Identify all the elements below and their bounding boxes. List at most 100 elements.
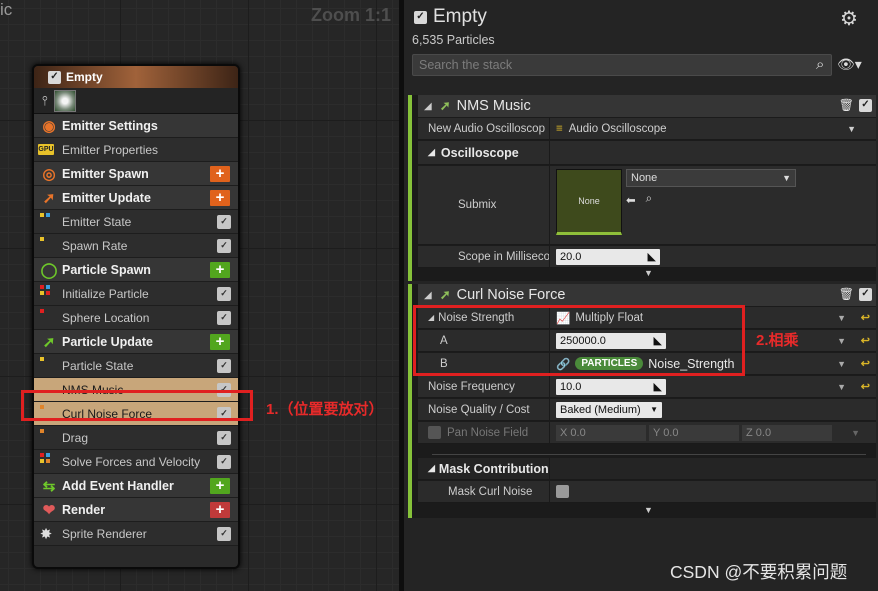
add-module-button[interactable]: + <box>210 165 230 182</box>
param-row-pan: Pan Noise Field X 0.0 Y 0.0 Z 0.0 ▼ <box>418 422 876 444</box>
group-row-oscilloscope: ◢ Oscilloscope <box>418 141 876 165</box>
add-module-button[interactable]: + <box>210 501 230 518</box>
pin-icon[interactable]: ⫯ <box>42 93 48 109</box>
stack-row-solve-forces-and-velocity[interactable]: Solve Forces and Velocity ✓ <box>34 450 238 474</box>
module-enabled-checkbox[interactable]: ✓ <box>217 526 231 541</box>
panel-enabled-checkbox[interactable]: ✓ <box>414 10 427 24</box>
stack-row-label: Drag <box>62 430 89 445</box>
emitter-node-header[interactable]: ✓ Empty <box>34 66 238 88</box>
chevron-down-icon[interactable]: ▼ <box>851 428 860 438</box>
stack-row-label: Initialize Particle <box>62 286 149 301</box>
stack-row-emitter-properties[interactable]: GPU Emitter Properties <box>34 138 238 162</box>
collapse-arrow-icon[interactable]: ◢ <box>424 101 432 112</box>
reset-icon[interactable]: ↩ <box>861 334 870 347</box>
stack-row-label: Spawn Rate <box>62 238 128 253</box>
browse-search-icon[interactable]: ⌕ <box>646 193 652 207</box>
node-graph-canvas[interactable]: ic Zoom 1:1 ✓ Empty ⫯ ◉ Emitter Settings G… <box>0 0 399 591</box>
divider <box>432 454 866 455</box>
param-label: Submix <box>418 166 550 244</box>
collapse-arrow-icon[interactable]: ◢ <box>428 463 435 474</box>
module-enabled-checkbox[interactable]: ✓ <box>217 238 231 253</box>
module-enabled-checkbox[interactable]: ✓ <box>859 98 872 112</box>
stack-row-sphere-location[interactable]: Sphere Location ✓ <box>34 306 238 330</box>
stack-row-drag[interactable]: Drag ✓ <box>34 426 238 450</box>
add-event-icon: ⇆ <box>42 477 56 495</box>
group-row-mask: ◢ Mask Contribution <box>418 458 876 480</box>
pan-x-input[interactable]: X 0.0 <box>556 424 646 441</box>
reset-icon[interactable]: ↩ <box>861 357 870 370</box>
stack-search-input[interactable]: Search the stack <box>412 54 832 76</box>
module-enabled-checkbox[interactable]: ✓ <box>217 454 231 469</box>
expand-more-icon[interactable]: ▼ <box>644 505 653 515</box>
add-module-button[interactable]: + <box>210 477 230 494</box>
expand-more-icon[interactable]: ▼ <box>644 268 653 278</box>
stack-row-initialize-particle[interactable]: Initialize Particle ✓ <box>34 282 238 306</box>
reset-icon[interactable]: ↩ <box>861 380 870 393</box>
param-label: New Audio Oscilloscop <box>418 118 550 139</box>
stack-row-emitter-spawn[interactable]: ◎ Emitter Spawn + <box>34 162 238 186</box>
module-enabled-checkbox[interactable]: ✓ <box>217 214 231 229</box>
search-icon[interactable]: ⌕ <box>816 56 824 73</box>
delete-icon[interactable]: 🗑 <box>839 287 854 301</box>
module-header[interactable]: ◢ ➚ NMS Music 🗑 ✓ <box>418 95 876 117</box>
chevron-down-icon[interactable]: ▼ <box>837 382 846 392</box>
stack-row-sprite-renderer[interactable]: ✸ Sprite Renderer ✓ <box>34 522 238 546</box>
settings-gear-icon[interactable]: ⚙ <box>840 6 858 31</box>
stack-row-add-event-handler[interactable]: ⇆ Add Event Handler + <box>34 474 238 498</box>
chevron-down-icon[interactable]: ▼ <box>837 336 846 346</box>
stack-row-particle-update[interactable]: ➚ Particle Update + <box>34 330 238 354</box>
stack-row-emitter-update[interactable]: ➚ Emitter Update + <box>34 186 238 210</box>
chevron-down-icon[interactable]: ▼ <box>847 124 856 134</box>
delete-icon[interactable]: 🗑 <box>839 98 854 112</box>
module-usage-dots <box>40 429 44 433</box>
stack-row-emitter-settings[interactable]: ◉ Emitter Settings <box>34 114 238 138</box>
submix-select[interactable]: None ▼ <box>626 169 796 187</box>
module-enabled-checkbox[interactable]: ✓ <box>217 358 231 373</box>
module-nms-music: ◢ ➚ NMS Music 🗑 ✓ New Audio Oscilloscop ≡… <box>408 95 876 281</box>
module-enabled-checkbox[interactable]: ✓ <box>859 287 872 301</box>
annotation-note-2: 2.相乘 <box>756 332 799 349</box>
emitter-enabled-checkbox[interactable]: ✓ <box>48 70 61 84</box>
param-row-submix: Submix None None ▼ ⬅ ⌕ <box>418 166 876 245</box>
module-enabled-checkbox[interactable]: ✓ <box>217 310 231 325</box>
stack-row-render[interactable]: ❤ Render + <box>34 498 238 522</box>
module-enabled-checkbox[interactable]: ✓ <box>217 430 231 445</box>
collapse-arrow-icon[interactable]: ◢ <box>428 147 435 158</box>
stack-row-emitter-state[interactable]: Emitter State ✓ <box>34 210 238 234</box>
group-label: Mask Contribution <box>438 461 549 476</box>
stack-row-spawn-rate[interactable]: Spawn Rate ✓ <box>34 234 238 258</box>
add-module-button[interactable]: + <box>210 261 230 278</box>
use-selected-arrow-icon[interactable]: ⬅ <box>626 193 636 207</box>
scope-input[interactable]: 20.0 ◣ <box>556 248 660 265</box>
module-enabled-checkbox[interactable]: ✓ <box>217 286 231 301</box>
stack-row-label: Sprite Renderer <box>62 526 147 541</box>
pan-z-input[interactable]: Z 0.0 <box>742 424 832 441</box>
submix-thumbnail[interactable]: None <box>556 169 622 235</box>
module-color-bar <box>408 95 412 281</box>
quality-select[interactable]: Baked (Medium) ▼ <box>556 401 662 418</box>
chevron-down-icon[interactable]: ▼ <box>837 313 846 323</box>
particle-count: 6,535 Particles <box>412 33 495 47</box>
module-header[interactable]: ◢ ➚ Curl Noise Force 🗑 ✓ <box>418 284 876 306</box>
module-usage-dots <box>40 237 44 241</box>
param-label: Mask Curl Noise <box>418 481 550 502</box>
add-module-button[interactable]: + <box>210 189 230 206</box>
pan-noise-checkbox[interactable] <box>428 426 441 439</box>
collapse-arrow-icon[interactable]: ◢ <box>424 290 432 301</box>
emitter-thumbnail <box>53 89 76 112</box>
pan-y-input[interactable]: Y 0.0 <box>649 424 739 441</box>
frequency-input[interactable]: 10.0 ◣ <box>556 378 666 395</box>
stack-row-particle-spawn[interactable]: ◯ Particle Spawn + <box>34 258 238 282</box>
param-row-frequency: Noise Frequency 10.0 ◣ ▼ ↩ <box>418 376 876 398</box>
watermark: CSDN @不要积累问题 <box>670 562 848 582</box>
visibility-eye-icon[interactable]: 👁▾ <box>837 56 862 73</box>
mask-curl-noise-checkbox[interactable] <box>556 485 569 498</box>
chevron-down-icon[interactable]: ▼ <box>837 359 846 369</box>
add-module-button[interactable]: + <box>210 333 230 350</box>
emitter-stack-list: ◉ Emitter Settings GPU Emitter Properties ◎ E… <box>34 114 238 546</box>
stack-row-label: Emitter Settings <box>62 118 158 133</box>
reset-icon[interactable]: ↩ <box>861 311 870 324</box>
param-value[interactable]: Audio Oscilloscope <box>569 123 667 135</box>
emitter-node[interactable]: ✓ Empty ⫯ ◉ Emitter Settings GPU Emitter Pr… <box>32 64 240 569</box>
stack-row-particle-state[interactable]: Particle State ✓ <box>34 354 238 378</box>
